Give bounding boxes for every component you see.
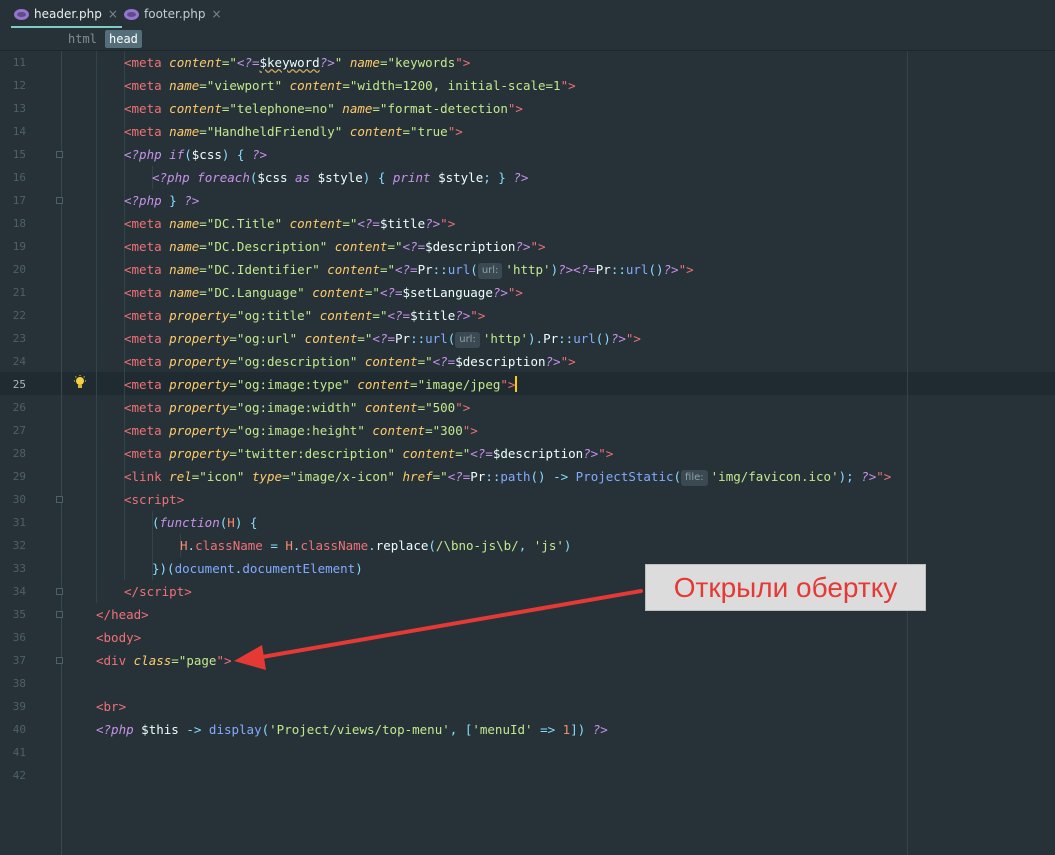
fold-marker-icon[interactable] (56, 197, 63, 204)
code-line-23: <meta property="og:url" content="<?=Pr::… (124, 331, 641, 348)
line-number: 15 (12, 148, 26, 161)
line-number: 12 (12, 79, 26, 92)
line-number: 19 (12, 240, 26, 253)
line-number: 17 (12, 194, 26, 207)
code-line-11: <meta content="<?=$keyword?>" name="keyw… (124, 55, 471, 70)
line-number: 26 (12, 401, 26, 414)
line-number: 23 (12, 332, 26, 345)
fold-marker-icon[interactable] (56, 611, 63, 618)
line-number: 29 (12, 470, 26, 483)
code-line-21: <meta name="DC.Language" content="<?=$se… (124, 285, 523, 300)
tab-label: header.php (34, 7, 102, 21)
code-line-17: <?php } ?> (124, 193, 200, 208)
code-line-15: <?php if($css) { ?> (124, 147, 268, 162)
line-number: 38 (12, 677, 26, 690)
line-number: 27 (12, 424, 26, 437)
parameter-hint: url: (455, 332, 480, 348)
code-line-16: <?php foreach($css as $style) { print $s… (152, 170, 529, 185)
line-number: 14 (12, 125, 26, 138)
code-editor[interactable]: 11 12 13 14 15 16 17 18 19 20 21 22 23 2… (0, 51, 1055, 855)
fold-marker-icon[interactable] (56, 657, 63, 664)
line-number: 16 (12, 171, 26, 184)
php-file-icon (124, 8, 139, 20)
code-line-40: <?php $this -> display('Project/views/to… (96, 722, 608, 737)
line-number: 34 (12, 585, 26, 598)
fold-marker-icon[interactable] (56, 151, 63, 158)
intention-bulb-icon[interactable] (73, 375, 87, 391)
code-line-30: <script> (124, 492, 185, 507)
code-line-26: <meta property="og:image:width" content=… (124, 400, 471, 415)
code-line-18: <meta name="DC.Title" content="<?=$title… (124, 216, 456, 231)
code-line-19: <meta name="DC.Description" content="<?=… (124, 239, 546, 254)
code-line-34: </script> (124, 584, 192, 599)
gutter-separator (61, 51, 62, 855)
breadcrumb-item-head[interactable]: head (105, 30, 142, 48)
indent-guide (96, 51, 97, 603)
code-line-28: <meta property="twitter:description" con… (124, 446, 614, 461)
line-number: 20 (12, 263, 26, 276)
line-number: 28 (12, 447, 26, 460)
code-line-33: })(document.documentElement) (152, 561, 363, 576)
code-line-31: (function(H) { (152, 515, 258, 530)
line-number: 24 (12, 355, 26, 368)
tab-header-php[interactable]: header.php × (11, 0, 122, 28)
line-number: 36 (12, 631, 26, 644)
code-line-25: <meta property="og:image:type" content="… (124, 376, 518, 392)
code-line-37: <div class="page"> (96, 653, 232, 668)
editor-tab-bar: header.php × footer.php × (0, 0, 1055, 28)
line-number: 32 (12, 539, 26, 552)
breadcrumb: html head (0, 28, 1055, 51)
line-number: 41 (12, 746, 26, 759)
code-line-22: <meta property="og:title" content="<?=$t… (124, 308, 486, 323)
line-number: 30 (12, 493, 26, 506)
fold-marker-icon[interactable] (56, 496, 63, 503)
right-margin-guide (907, 51, 908, 855)
line-number: 35 (12, 608, 26, 621)
line-number: 11 (12, 56, 26, 69)
fold-marker-icon[interactable] (56, 588, 63, 595)
line-number: 21 (12, 286, 26, 299)
code-line-13: <meta content="telephone=no" name="forma… (124, 101, 523, 116)
line-number: 40 (12, 723, 26, 736)
code-line-35: </head> (96, 607, 149, 622)
php-file-icon (14, 8, 29, 20)
parameter-hint: url: (477, 263, 503, 279)
code-line-20: <meta name="DC.Identifier" content="<?=P… (124, 262, 694, 279)
line-number-current: 25 (12, 378, 26, 391)
code-line-24: <meta property="og:description" content=… (124, 354, 576, 369)
close-icon[interactable]: × (108, 7, 118, 21)
annotation-callout: Открыли обертку (645, 564, 926, 611)
close-icon[interactable]: × (211, 7, 221, 21)
breadcrumb-item-html[interactable]: html (64, 30, 101, 48)
tab-footer-php[interactable]: footer.php × (124, 0, 222, 28)
code-line-14: <meta name="HandheldFriendly" content="t… (124, 124, 463, 139)
parameter-hint: file: (681, 470, 708, 486)
text-cursor (515, 376, 518, 392)
line-number: 42 (12, 769, 26, 782)
code-line-36: <body> (96, 630, 142, 645)
line-number: 37 (12, 654, 26, 667)
code-line-29: <link rel="icon" type="image/x-icon" hre… (124, 469, 892, 486)
line-number: 22 (12, 309, 26, 322)
code-line-27: <meta property="og:image:height" content… (124, 423, 478, 438)
code-line-12: <meta name="viewport" content="width=120… (124, 78, 576, 93)
line-number: 31 (12, 516, 26, 529)
line-number: 33 (12, 562, 26, 575)
code-line-39: <br> (96, 699, 127, 714)
line-number: 39 (12, 700, 26, 713)
line-number: 13 (12, 102, 26, 115)
tab-label: footer.php (144, 7, 206, 21)
line-number: 18 (12, 217, 26, 230)
code-line-32: H.className = H.className.replace(/\bno-… (180, 538, 572, 553)
